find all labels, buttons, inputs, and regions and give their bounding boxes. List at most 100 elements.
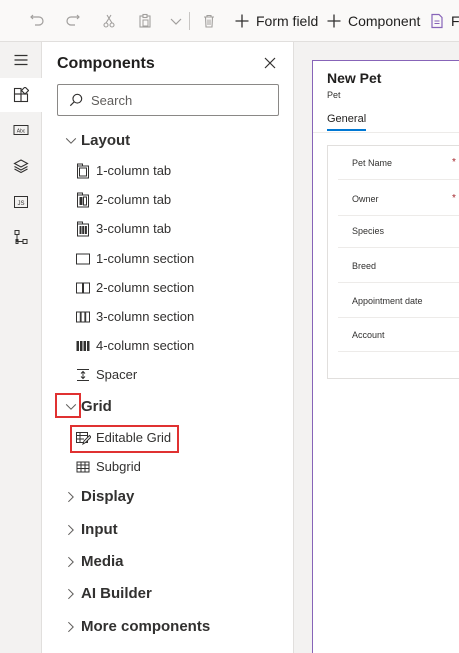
cut-icon[interactable] xyxy=(99,11,119,31)
component-label: 2-column tab xyxy=(96,192,172,207)
component-3-column-tab[interactable]: 3-column tab xyxy=(72,217,272,241)
paste-dropdown-chevron-icon[interactable] xyxy=(166,11,186,31)
one-column-tab-icon xyxy=(77,163,89,179)
component-label: 2-column section xyxy=(96,280,195,295)
category-display[interactable]: Display xyxy=(42,484,294,510)
component-label: 4-column section xyxy=(96,338,195,353)
category-label: Media xyxy=(81,553,124,570)
command-bar: Form field Component Fo xyxy=(0,0,459,42)
category-label: Layout xyxy=(81,132,131,149)
component-subgrid[interactable]: Subgrid xyxy=(72,455,272,479)
category-label: Input xyxy=(81,521,118,538)
chevron-right-icon xyxy=(68,588,74,600)
tab-divider xyxy=(313,132,459,133)
form-section[interactable]: Pet Name * Owner * Species Breed Appoint… xyxy=(327,145,459,379)
required-indicator: * xyxy=(452,157,456,168)
layers-icon xyxy=(13,159,29,174)
component-1-column-section[interactable]: 1-column section xyxy=(72,247,272,271)
component-2-column-tab[interactable]: 2-column tab xyxy=(72,188,272,212)
rail-script-button[interactable]: JS xyxy=(0,185,42,219)
add-form-field-button[interactable]: Form field xyxy=(234,10,318,32)
component-label: Subgrid xyxy=(96,459,141,474)
js-file-icon: JS xyxy=(14,196,28,208)
field-label: Species xyxy=(352,226,385,236)
field-pet-name[interactable]: Pet Name * xyxy=(338,146,459,180)
components-icon xyxy=(13,87,29,103)
search-placeholder: Search xyxy=(91,93,133,108)
search-input[interactable]: Search xyxy=(57,84,279,116)
component-spacer[interactable]: Spacer xyxy=(72,363,272,387)
category-ai-builder[interactable]: AI Builder xyxy=(42,581,294,607)
rail-tree-view-button[interactable] xyxy=(0,220,42,254)
rail-components-button[interactable] xyxy=(0,78,42,112)
component-4-column-section[interactable]: 4-column section xyxy=(72,334,272,358)
chevron-down-icon xyxy=(65,138,77,144)
rail-text-box-button[interactable]: Abc xyxy=(0,113,42,147)
component-2-column-section[interactable]: 2-column section xyxy=(72,276,272,300)
form-title: New Pet xyxy=(327,70,382,86)
field-species[interactable]: Species xyxy=(338,214,459,248)
four-column-section-icon xyxy=(76,341,90,351)
search-icon xyxy=(69,93,83,107)
component-3-column-section[interactable]: 3-column section xyxy=(72,305,272,329)
field-label: Breed xyxy=(352,261,377,271)
field-label: Account xyxy=(352,330,385,340)
delete-icon[interactable] xyxy=(199,11,219,31)
field-appointment-date[interactable]: Appointment date xyxy=(338,284,459,318)
tree-view-icon xyxy=(14,230,28,244)
add-component-button[interactable]: Component xyxy=(326,10,420,32)
category-layout[interactable]: Layout xyxy=(42,128,294,154)
one-column-section-icon xyxy=(76,253,90,265)
plus-icon xyxy=(235,14,249,28)
chevron-right-icon xyxy=(68,524,74,536)
editable-grid-highlight-box xyxy=(70,425,179,453)
redo-icon[interactable] xyxy=(63,11,83,31)
category-input[interactable]: Input xyxy=(42,517,294,543)
text-box-icon: Abc xyxy=(13,125,29,135)
chevron-right-icon xyxy=(68,621,74,633)
component-label: Component xyxy=(348,13,421,29)
category-label: More components xyxy=(81,618,211,635)
close-icon[interactable] xyxy=(262,55,278,71)
rail-layers-button[interactable] xyxy=(0,149,42,183)
field-label: Pet Name xyxy=(352,158,393,168)
category-media[interactable]: Media xyxy=(42,549,294,575)
field-owner[interactable]: Owner * xyxy=(338,182,459,216)
svg-text:JS: JS xyxy=(17,201,24,207)
chevron-right-icon xyxy=(68,556,74,568)
required-indicator: * xyxy=(452,193,456,204)
three-column-tab-icon xyxy=(77,221,89,237)
component-label: 3-column section xyxy=(96,309,195,324)
subgrid-icon xyxy=(76,461,90,473)
component-label: 3-column tab xyxy=(96,221,172,236)
category-label: Display xyxy=(81,488,135,505)
form-preview[interactable]: New Pet Pet General Pet Name * Owner * S… xyxy=(312,60,459,653)
three-column-section-icon xyxy=(76,311,90,323)
undo-icon[interactable] xyxy=(27,11,47,31)
form-settings-button[interactable]: Fo xyxy=(429,10,459,32)
field-breed[interactable]: Breed xyxy=(338,249,459,283)
category-more-components[interactable]: More components xyxy=(42,614,294,640)
component-label: 1-column section xyxy=(96,251,195,266)
field-label: Owner xyxy=(352,194,379,204)
chevron-right-icon xyxy=(68,491,74,503)
form-entity-name: Pet xyxy=(327,90,341,100)
rail-menu-button[interactable] xyxy=(0,43,42,77)
two-column-tab-icon xyxy=(77,192,89,208)
panel-title: Components xyxy=(57,55,155,72)
field-account[interactable]: Account xyxy=(338,318,459,352)
toolbar-divider xyxy=(189,12,190,30)
form-settings-icon xyxy=(431,13,443,29)
svg-text:Abc: Abc xyxy=(17,129,26,135)
component-1-column-tab[interactable]: 1-column tab xyxy=(72,159,272,183)
component-label: 1-column tab xyxy=(96,163,172,178)
category-label: AI Builder xyxy=(81,585,152,602)
form-canvas: New Pet Pet General Pet Name * Owner * S… xyxy=(294,42,459,653)
field-label: Appointment date xyxy=(352,296,423,306)
component-label: Spacer xyxy=(96,367,138,382)
plus-icon xyxy=(327,14,341,28)
tab-general[interactable]: General xyxy=(327,113,367,131)
hamburger-icon xyxy=(14,54,28,66)
components-panel: Components Search Layout 1-column tab 2-… xyxy=(42,42,294,653)
paste-icon[interactable] xyxy=(135,11,155,31)
